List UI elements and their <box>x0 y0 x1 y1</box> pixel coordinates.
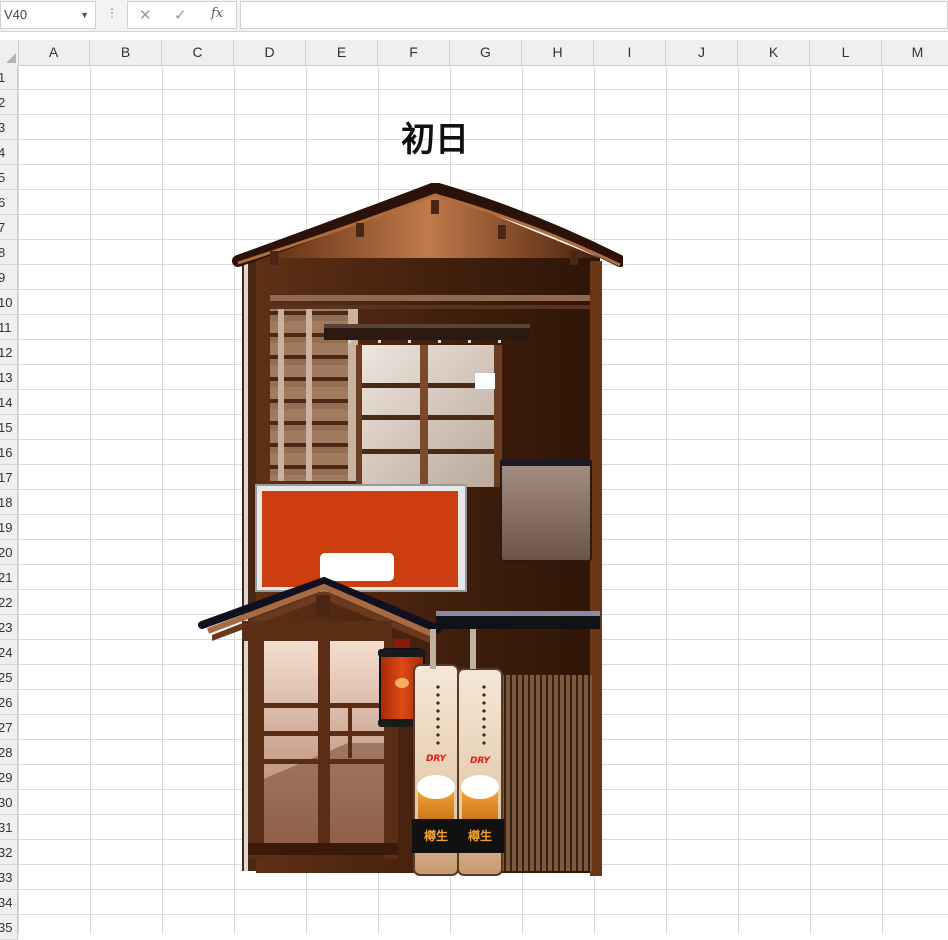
beam <box>270 305 590 309</box>
column-header-l[interactable]: L <box>810 40 882 65</box>
column-header-d[interactable]: D <box>234 40 306 65</box>
row-header-9[interactable]: 9 <box>0 265 18 290</box>
beer-banner-right: DRY 樽生 <box>456 668 504 876</box>
banner-pole <box>470 629 476 669</box>
row-header-26[interactable]: 26 <box>0 690 18 715</box>
column-header-i[interactable]: I <box>594 40 666 65</box>
row-header-22[interactable]: 22 <box>0 590 18 615</box>
row-header-24[interactable]: 24 <box>0 640 18 665</box>
row-header-10[interactable]: 10 <box>0 290 18 315</box>
row-header-11[interactable]: 11 <box>0 315 18 340</box>
row-header-3[interactable]: 3 <box>0 115 18 140</box>
column-header-k[interactable]: K <box>738 40 810 65</box>
select-all-icon <box>6 53 16 63</box>
row-header-35[interactable]: 35 <box>0 915 18 940</box>
row-header-7[interactable]: 7 <box>0 215 18 240</box>
formula-tools: ✕ ✓ fx <box>127 1 237 29</box>
row-header-31[interactable]: 31 <box>0 815 18 840</box>
storefront-picture[interactable]: DRY 樽生 DRY 樽生 <box>198 183 623 878</box>
insert-function-icon[interactable]: fx <box>211 6 223 21</box>
awning <box>436 611 600 629</box>
row-header-14[interactable]: 14 <box>0 390 18 415</box>
banner-right-label: 樽生 <box>468 828 492 843</box>
row-header-20[interactable]: 20 <box>0 540 18 565</box>
name-box-value: V40 <box>4 7 28 22</box>
column-header-c[interactable]: C <box>162 40 234 65</box>
row-header-6[interactable]: 6 <box>0 190 18 215</box>
select-all-corner[interactable] <box>0 40 19 65</box>
row-header-15[interactable]: 15 <box>0 415 18 440</box>
row-header-1[interactable]: 1 <box>0 65 18 90</box>
row-header-4[interactable]: 4 <box>0 140 18 165</box>
cancel-icon[interactable]: ✕ <box>139 6 152 24</box>
row-header-21[interactable]: 21 <box>0 565 18 590</box>
banner-right-text: DRY <box>470 756 492 766</box>
formula-bar: V40 ▼ ⋮ ✕ ✓ fx <box>0 0 948 32</box>
chevron-down-icon[interactable]: ▼ <box>80 2 89 28</box>
column-header-row: ABCDEFGHIJKLM <box>0 40 948 66</box>
row-header-19[interactable]: 19 <box>0 515 18 540</box>
shop-signboard <box>255 484 467 592</box>
column-header-j[interactable]: J <box>666 40 738 65</box>
row-header-5[interactable]: 5 <box>0 165 18 190</box>
enter-icon[interactable]: ✓ <box>174 6 187 24</box>
row-header-16[interactable]: 16 <box>0 440 18 465</box>
row-header-18[interactable]: 18 <box>0 490 18 515</box>
row-header-34[interactable]: 34 <box>0 890 18 915</box>
side-panel <box>500 460 592 562</box>
row-header-29[interactable]: 29 <box>0 765 18 790</box>
slatted-wall <box>500 675 592 871</box>
column-header-m[interactable]: M <box>882 40 948 65</box>
beer-banner-left: DRY 樽生 <box>412 664 460 876</box>
banner-left-text: DRY <box>426 754 448 764</box>
row-header-28[interactable]: 28 <box>0 740 18 765</box>
banner-left-label: 樽生 <box>424 828 448 843</box>
row-header-12[interactable]: 12 <box>0 340 18 365</box>
row-header-13[interactable]: 13 <box>0 365 18 390</box>
column-header-f[interactable]: F <box>378 40 450 65</box>
column-header-e[interactable]: E <box>306 40 378 65</box>
beam <box>270 295 590 301</box>
column-header-a[interactable]: A <box>18 40 90 65</box>
row-header-27[interactable]: 27 <box>0 715 18 740</box>
row-header-32[interactable]: 32 <box>0 840 18 865</box>
row-header-8[interactable]: 8 <box>0 240 18 265</box>
entrance-door <box>248 641 398 859</box>
column-header-g[interactable]: G <box>450 40 522 65</box>
row-header-30[interactable]: 30 <box>0 790 18 815</box>
column-header-h[interactable]: H <box>522 40 594 65</box>
row-header-17[interactable]: 17 <box>0 465 18 490</box>
row-header-2[interactable]: 2 <box>0 90 18 115</box>
row-header-25[interactable]: 25 <box>0 665 18 690</box>
row-header-33[interactable]: 33 <box>0 865 18 890</box>
row-header-23[interactable]: 23 <box>0 615 18 640</box>
banner-pole <box>430 629 436 669</box>
more-options-icon[interactable]: ⋮ <box>106 6 118 20</box>
formula-input[interactable] <box>240 1 948 29</box>
name-box[interactable]: V40 ▼ <box>0 1 96 29</box>
column-header-b[interactable]: B <box>90 40 162 65</box>
sheet-title: 初日 <box>401 120 469 160</box>
